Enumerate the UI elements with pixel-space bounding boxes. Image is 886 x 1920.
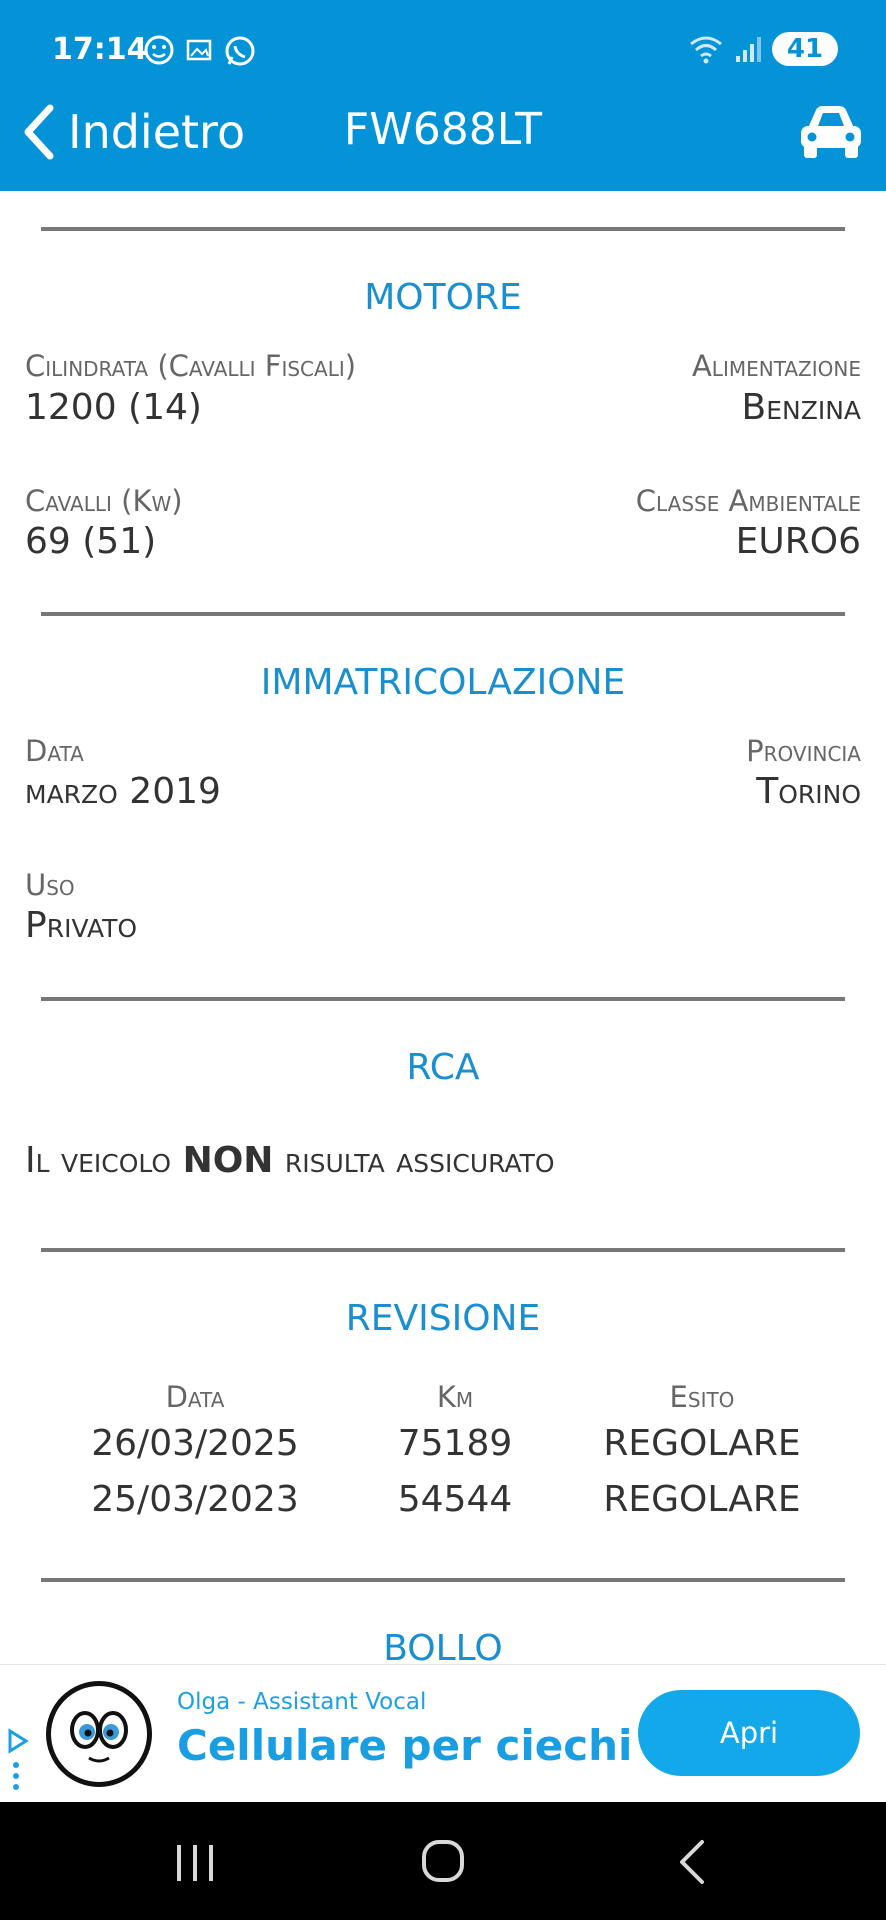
alimentazione-value: Benzina [741, 387, 862, 428]
section-title-rca: RCA [406, 1047, 480, 1088]
cilindrata-label: Cilindrata (Cavalli Fiscali) [25, 349, 357, 383]
divider [41, 227, 845, 231]
revisione-esito: REGOLARE [603, 1423, 801, 1464]
divider [41, 1578, 845, 1582]
divider [41, 1248, 845, 1252]
rca-text-suffix: risulta assicurato [273, 1140, 555, 1181]
classe-ambientale-label: Classe Ambientale [635, 484, 861, 518]
column-header-data: Data [165, 1380, 225, 1414]
ad-sponsor[interactable]: Olga - Assistant Vocal [177, 1689, 426, 1715]
data-immatricolazione-label: Data [25, 734, 84, 768]
rca-status-text: Il veicolo NON risulta assicurato [25, 1140, 555, 1181]
ad-choices-icon[interactable] [6, 1727, 30, 1797]
vehicle-details[interactable]: MOTORE Cilindrata (Cavalli Fiscali) 1200… [0, 191, 886, 1664]
ad-logo-icon [46, 1681, 152, 1787]
home-icon[interactable] [420, 1838, 466, 1884]
wifi-icon [690, 36, 722, 64]
notification-icons [143, 34, 257, 68]
page-title: FW688LT [343, 104, 543, 155]
rca-text-prefix: Il veicolo [25, 1140, 183, 1181]
status-time: 17:14 [52, 32, 148, 67]
app-header: 17:14 41 Indietro FW688LT [0, 0, 886, 191]
battery-icon: 41 [772, 32, 838, 66]
section-title-immatricolazione: IMMATRICOLAZIONE [260, 662, 626, 703]
recents-icon[interactable] [172, 1842, 218, 1884]
classe-ambientale-value: EURO6 [735, 521, 861, 562]
system-icons: 41 [688, 32, 838, 66]
data-immatricolazione-value: marzo 2019 [25, 771, 221, 812]
provincia-value: Torino [756, 771, 861, 812]
section-title-bollo: BOLLO [383, 1628, 503, 1664]
battery-level: 41 [786, 34, 824, 64]
face-icon [144, 35, 174, 65]
cavalli-label: Cavalli (Kw) [25, 484, 183, 518]
ad-banner[interactable]: Olga - Assistant Vocal Cellulare per cie… [0, 1664, 886, 1803]
uso-label: Uso [25, 868, 75, 902]
rca-text-bold: NON [182, 1140, 274, 1181]
ad-open-button[interactable]: Apri [638, 1690, 860, 1776]
cavalli-value: 69 (51) [25, 521, 157, 562]
column-header-esito: Esito [669, 1380, 735, 1414]
signal-icon [736, 37, 761, 62]
cilindrata-value: 1200 (14) [25, 387, 202, 428]
back-nav-icon[interactable] [676, 1838, 708, 1886]
divider [41, 612, 845, 616]
revisione-esito: REGOLARE [603, 1479, 801, 1520]
car-button[interactable] [798, 104, 864, 164]
alimentazione-label: Alimentazione [691, 349, 861, 383]
face-mascot-icon [70, 1711, 128, 1763]
ad-headline[interactable]: Cellulare per ciechi [177, 1721, 632, 1770]
section-title-revisione: REVISIONE [345, 1298, 541, 1339]
section-title-motore: MOTORE [364, 277, 522, 318]
divider [41, 997, 845, 1001]
image-icon [186, 39, 212, 61]
provincia-label: Provincia [746, 734, 861, 768]
whatsapp-icon [225, 36, 255, 66]
revisione-data: 25/03/2023 [91, 1479, 299, 1520]
system-nav-bar [0, 1802, 886, 1920]
uso-value: Privato [25, 905, 138, 946]
revisione-data: 26/03/2025 [91, 1423, 299, 1464]
car-icon [801, 106, 861, 158]
